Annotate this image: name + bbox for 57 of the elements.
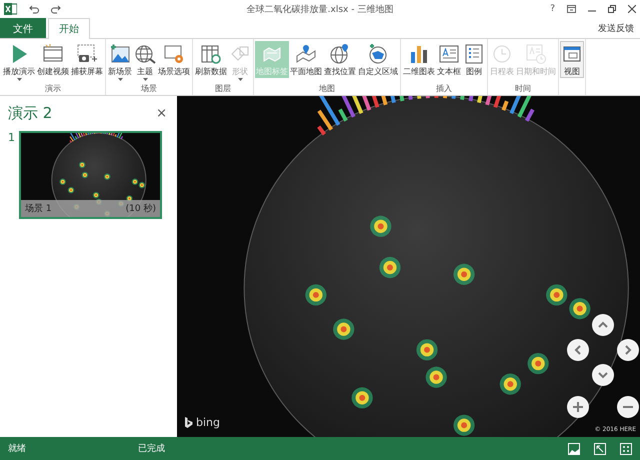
ribbon-button[interactable]: 新场景 [107, 41, 133, 82]
scene-number: 1 [8, 131, 15, 144]
camera-icon [76, 43, 98, 65]
select-icon[interactable] [594, 442, 606, 454]
scene-thumbnail[interactable]: 场景 1 (10 秒) [19, 131, 162, 219]
clock-icon [491, 43, 513, 65]
ribbon-tab[interactable]: 开始 [48, 18, 90, 39]
legend-icon [463, 43, 485, 65]
ribbon-button[interactable]: 场景选项 [157, 41, 191, 78]
bing-logo-icon [185, 417, 193, 428]
landscape-icon [109, 43, 131, 65]
group-label: 场景 [141, 84, 157, 93]
ribbon-button[interactable]: 创建视频 [36, 41, 70, 78]
ribbon-button[interactable]: 视图 [560, 41, 584, 78]
group-label: 地图 [319, 84, 335, 93]
scene-name: 场景 1 [25, 202, 52, 215]
text-clock-icon [525, 43, 547, 65]
tour-title: 演示 2 [8, 104, 52, 123]
close-icon[interactable] [628, 5, 636, 13]
ribbon-button[interactable]: 二维图表 [402, 41, 436, 78]
ribbon-button[interactable]: 自定义区域 [357, 41, 399, 78]
group-label: 插入 [436, 84, 452, 93]
dots-frame-icon[interactable] [620, 442, 632, 454]
feedback-link[interactable]: 发送反馈 [598, 22, 640, 34]
globe-pin-icon [329, 43, 351, 65]
window-title: 全球二氧化碳排放量.xlsx - 三维地图 [246, 4, 394, 16]
help-button[interactable]: ? [550, 4, 555, 14]
ribbon-button[interactable]: 刷新数据 [194, 41, 228, 78]
group-label: 时间 [515, 84, 531, 93]
ribbon-button[interactable]: 文本框 [436, 41, 462, 78]
file-tab[interactable]: 文件 [0, 18, 46, 38]
undo-icon[interactable] [29, 4, 39, 14]
bar-chart-icon [408, 43, 430, 65]
status-text: 已完成 [138, 442, 165, 455]
restore-icon[interactable] [608, 5, 616, 13]
ribbon-button[interactable]: 平面地图 [289, 41, 323, 78]
scene-duration: (10 秒) [126, 202, 156, 215]
ribbon-button[interactable]: 查找位置 [323, 41, 357, 78]
excel-logo-icon [4, 3, 17, 15]
group-label: 演示 [45, 84, 61, 93]
table-icon [200, 43, 222, 65]
flat-map-icon [295, 43, 317, 65]
redo-icon[interactable] [51, 4, 61, 14]
ribbon-button[interactable]: 图例 [462, 41, 486, 78]
plus-icon [572, 401, 584, 413]
map-logo-text: bing [196, 416, 220, 429]
group-label: 图层 [215, 84, 231, 93]
globe-region-icon [367, 43, 389, 65]
close-button[interactable]: × [154, 106, 169, 121]
ribbon-button[interactable]: 主题 [133, 41, 157, 82]
text-box-icon [438, 43, 460, 65]
ribbon-display-icon[interactable] [567, 5, 576, 13]
picture-icon[interactable] [568, 442, 580, 454]
status-text: 就绪 [8, 442, 26, 455]
globe-icon [134, 43, 156, 65]
ribbon-button[interactable]: 播放演示 [2, 41, 36, 82]
ribbon-button[interactable]: 捕获屏幕 [70, 41, 104, 78]
